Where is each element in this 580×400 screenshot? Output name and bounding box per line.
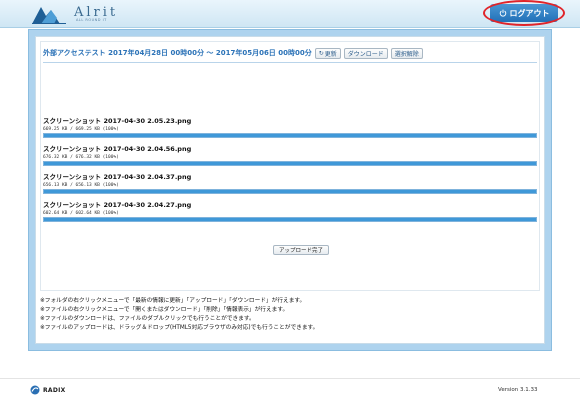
upload-area[interactable]: 外部アクセステスト 2017年04月28日 00時00分 〜 2017年05月0… (40, 41, 540, 291)
radix-brand: RADIX (43, 386, 66, 394)
progress-bar (43, 189, 537, 194)
alrit-logo[interactable]: Alrit ALL ROUND IT (32, 4, 128, 26)
upload-item: スクリーンショット 2017-04-30 2.05.23.png 669.25 … (43, 117, 537, 138)
help-note: ※ファイルの右クリックメニューで「開くまたはダウンロード」「削除」「情報表示」が… (40, 307, 289, 313)
logo-subtext: ALL ROUND IT (76, 18, 107, 22)
progress-bar (43, 217, 537, 222)
radix-logo-icon (30, 385, 40, 395)
help-note: ※ファイルのアップロードは、ドラッグ＆ドロップ(HTML5対応ブラウザのみ対応)… (40, 325, 319, 331)
radix-logo: RADIX (30, 385, 66, 395)
file-name: スクリーンショット 2017-04-30 2.04.56.png (43, 145, 192, 153)
deselect-button[interactable]: 選択解除 (390, 47, 423, 59)
file-name: スクリーンショット 2017-04-30 2.05.23.png (43, 117, 192, 125)
file-size: 602.64 KB / 602.64 KB (100%) (43, 211, 119, 216)
upload-complete-label: アップロード完了 (279, 248, 324, 254)
app-header: Alrit ALL ROUND IT ログアウト (0, 0, 580, 28)
refresh-label: 更新 (324, 50, 337, 58)
file-size: 656.13 KB / 656.13 KB (100%) (43, 183, 119, 188)
upload-item: スクリーンショット 2017-04-30 2.04.56.png 676.32 … (43, 145, 537, 166)
highlight-ring (483, 0, 565, 26)
version-label: Version 3.1.33 (498, 387, 538, 393)
progress-fill (44, 162, 536, 165)
upload-item: スクリーンショット 2017-04-30 2.04.37.png 656.13 … (43, 173, 537, 194)
refresh-icon: ↻ (318, 49, 324, 57)
help-note: ※ファイルのダウンロードは、ファイルのダブルクリックでも行うことができます。 (40, 316, 255, 322)
progress-bar (43, 133, 537, 138)
file-size: 676.32 KB / 676.32 KB (100%) (43, 155, 119, 160)
title-row: 外部アクセステスト 2017年04月28日 00時00分 〜 2017年05月0… (43, 46, 537, 60)
logo-mountain-icon (32, 7, 66, 24)
upload-complete-button[interactable]: アップロード完了 (273, 245, 330, 255)
upload-item: スクリーンショット 2017-04-30 2.04.27.png 602.64 … (43, 201, 537, 222)
download-label: ダウンロード (347, 50, 384, 58)
download-button[interactable]: ダウンロード (343, 47, 388, 59)
title-divider (43, 62, 537, 63)
progress-bar (43, 161, 537, 166)
progress-fill (44, 218, 536, 221)
main-panel: 外部アクセステスト 2017年04月28日 00時00分 〜 2017年05月0… (35, 36, 545, 344)
help-note: ※フォルダの右クリックメニューで「最新の情報に更新」「アップロード」「ダウンロー… (40, 298, 306, 304)
refresh-button[interactable]: ↻ 更新 (314, 47, 341, 59)
page-title: 外部アクセステスト 2017年04月28日 00時00分 〜 2017年05月0… (43, 49, 312, 57)
footer-divider (0, 378, 580, 379)
file-name: スクリーンショット 2017-04-30 2.04.27.png (43, 201, 192, 209)
main-frame: 外部アクセステスト 2017年04月28日 00時00分 〜 2017年05月0… (28, 29, 552, 351)
help-notes: ※フォルダの右クリックメニューで「最新の情報に更新」「アップロード」「ダウンロー… (40, 297, 540, 333)
deselect-label: 選択解除 (394, 50, 419, 58)
progress-fill (44, 134, 536, 137)
file-size: 669.25 KB / 669.25 KB (100%) (43, 127, 119, 132)
progress-fill (44, 190, 536, 193)
file-name: スクリーンショット 2017-04-30 2.04.37.png (43, 173, 192, 181)
